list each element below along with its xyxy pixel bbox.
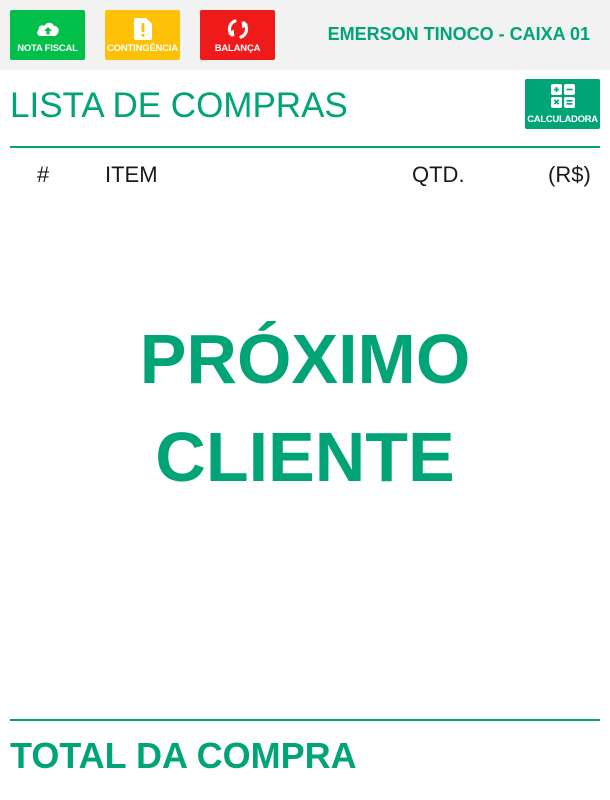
operator-name: EMERSON TINOCO - CAIXA 01	[327, 24, 590, 44]
column-header-number: #	[37, 162, 50, 187]
calculator-icon	[550, 83, 576, 114]
contingencia-label: CONTINGÊNCIA	[107, 42, 178, 54]
shopping-list-title: LISTA DE COMPRAS	[10, 86, 348, 125]
top-toolbar: NOTA FISCAL CONTINGÊNCIA BALANÇA EMERSON…	[0, 0, 610, 70]
balanca-label: BALANÇA	[214, 42, 261, 54]
cloud-upload-icon	[34, 17, 62, 41]
next-customer-line2: CLIENTE	[155, 418, 455, 496]
total-divider	[10, 719, 600, 721]
column-header-item: ITEM	[105, 162, 158, 187]
next-customer-message: PRÓXIMO CLIENTE	[0, 310, 610, 506]
calculator-label: CALCULADORA	[527, 114, 598, 125]
list-header-divider	[10, 146, 600, 148]
nota-fiscal-button[interactable]: NOTA FISCAL	[10, 10, 85, 60]
balanca-button[interactable]: BALANÇA	[200, 10, 275, 60]
alert-file-icon	[129, 17, 157, 41]
refresh-icon	[224, 17, 252, 41]
calculator-button[interactable]: CALCULADORA	[525, 79, 600, 129]
column-header-price: (R$)	[548, 162, 591, 187]
contingencia-button[interactable]: CONTINGÊNCIA	[105, 10, 180, 60]
next-customer-line1: PRÓXIMO	[139, 320, 471, 398]
column-header-quantity: QTD.	[412, 162, 465, 187]
purchase-total-label: TOTAL DA COMPRA	[10, 735, 357, 776]
nota-fiscal-label: NOTA FISCAL	[17, 42, 78, 54]
